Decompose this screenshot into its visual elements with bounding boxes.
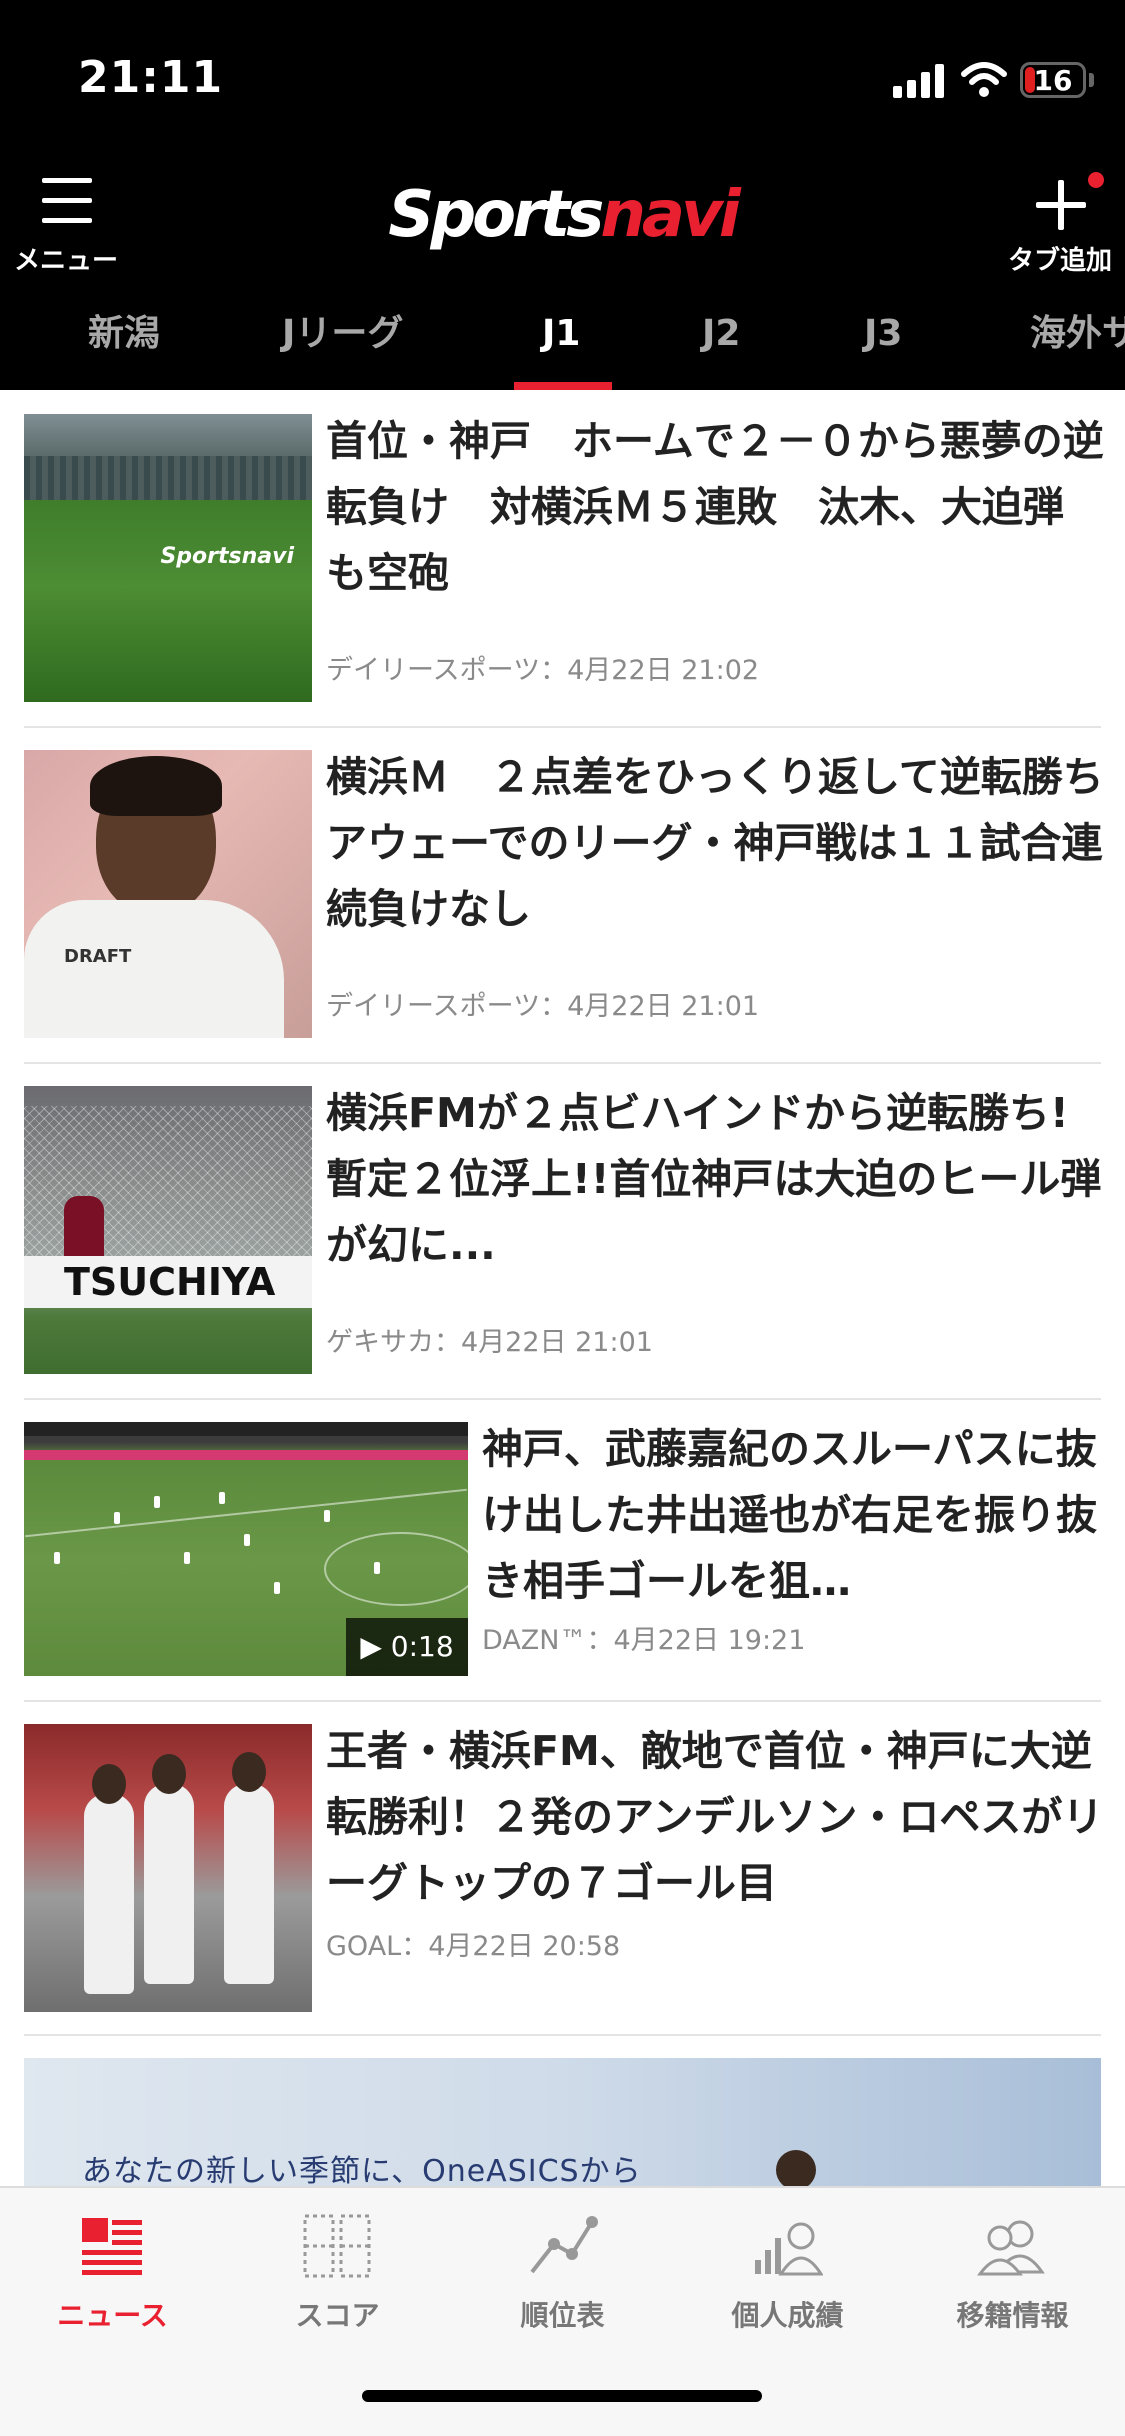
article-title: 首位・神戸 ホームで２－０から悪夢の逆転負け 対横浜Ｍ５連敗 汰木、大迫弾も空砲 [326, 417, 1104, 597]
article-title: 神戸、武藤嘉紀のスルーパスに抜け出した井出遥也が右足を振り抜き相手ゴールを狙… [482, 1425, 1097, 1605]
article-source: DAZN™ [482, 1625, 587, 1656]
divider [24, 1398, 1101, 1400]
status-time: 21:11 [78, 52, 224, 103]
article-source: デイリースポーツ [326, 991, 541, 1022]
article-thumbnail: DRAFT [24, 750, 312, 1038]
thumbnail-watermark: Sportsnavi [160, 544, 294, 569]
article-source: ゲキサカ [326, 1327, 434, 1358]
thumbnail-shirt-text: DRAFT [64, 946, 132, 967]
news-feed[interactable]: Sportsnavi 首位・神戸 ホームで２－０から悪夢の逆転負け 対横浜Ｍ５連… [0, 390, 1125, 2186]
logo-part-navi: navi [600, 178, 740, 252]
article-title: 横浜FMが２点ビハインドから逆転勝ち!暫定２位浮上!!首位神戸は大迫のヒール弾が… [326, 1089, 1102, 1269]
article-date: 4月22日 21:01 [461, 1327, 653, 1358]
sportsnavi-logo[interactable]: Sportsnavi [0, 178, 1125, 252]
transfer-icon [977, 2220, 1045, 2276]
divider [24, 726, 1101, 728]
article-meta: デイリースポーツ：4月22日 21:01 [326, 991, 760, 1022]
ad-figure [776, 2150, 816, 2186]
plus-icon [1036, 180, 1086, 230]
tab-niigata[interactable]: 新潟 [88, 310, 160, 390]
news-item[interactable]: Sportsnavi 首位・神戸 ホームで２－０から悪夢の逆転負け 対横浜Ｍ５連… [0, 414, 1125, 726]
add-tab-button[interactable]: タブ追加 [1000, 172, 1120, 282]
cellular-signal-icon [893, 62, 945, 98]
article-thumbnail [24, 1724, 312, 2012]
ad-text: あなたの新しい季節に、OneASICSから [82, 2154, 642, 2186]
article-date: 4月22日 21:01 [567, 991, 760, 1022]
battery-level: 16 [1033, 64, 1073, 97]
logo-part-sports: Sports [388, 178, 604, 252]
wifi-icon [961, 62, 1007, 97]
tab-j3[interactable]: J3 [864, 310, 902, 390]
nav-news-label: ニュース [57, 2299, 168, 2332]
status-bar: 21:11 16 [0, 0, 1125, 150]
stats-icon [755, 2222, 823, 2276]
tab-overseas[interactable]: 海外サ [1030, 310, 1125, 390]
article-source: GOAL [326, 1931, 402, 1962]
ad-banner[interactable]: あなたの新しい季節に、OneASICSから [24, 2058, 1101, 2186]
article-date: 4月22日 20:58 [428, 1931, 621, 1962]
score-icon [303, 2214, 371, 2278]
tab-j2[interactable]: J2 [702, 310, 740, 390]
news-icon [82, 2218, 142, 2275]
nav-standings-label: 順位表 [520, 2299, 605, 2332]
article-meta: DAZN™：4月22日 19:21 [482, 1625, 806, 1656]
article-title: 王者・横浜FM、敵地で首位・神戸に大逆転勝利！２発のアンデルソン・ロペスがリーグ… [326, 1727, 1104, 1907]
article-meta: ゲキサカ：4月22日 21:01 [326, 1327, 653, 1358]
divider [24, 1062, 1101, 1064]
video-news-item[interactable]: ▶ 0:18 神戸、武藤嘉紀のスルーパスに抜け出した井出遥也が右足を振り抜き相手… [0, 1422, 1125, 1676]
battery-tip [1089, 73, 1094, 87]
news-item[interactable]: 王者・横浜FM、敵地で首位・神戸に大逆転勝利！２発のアンデルソン・ロペスがリーグ… [0, 1724, 1125, 2036]
article-title: 横浜Ｍ ２点差をひっくり返して逆転勝ち アウェーでのリーグ・神戸戦は１１試合連続… [326, 753, 1125, 933]
nav-score-label: スコア [295, 2299, 380, 2332]
divider [24, 1700, 1101, 1702]
nav-standings[interactable]: 順位表 [450, 2188, 675, 2368]
article-thumbnail: TSUCHIYA [24, 1086, 312, 1374]
article-meta: デイリースポーツ：4月22日 21:02 [326, 655, 760, 686]
divider [24, 2034, 1101, 2036]
add-tab-label: タブ追加 [1007, 246, 1112, 276]
category-tabs: 新潟 Jリーグ J1 J2 J3 海外サ [0, 310, 1125, 390]
nav-stats-label: 個人成績 [731, 2299, 844, 2332]
home-indicator[interactable] [362, 2390, 762, 2402]
video-duration-badge: ▶ 0:18 [346, 1618, 468, 1676]
news-item[interactable]: TSUCHIYA 横浜FMが２点ビハインドから逆転勝ち!暫定２位浮上!!首位神戸… [0, 1086, 1125, 1398]
article-date: 4月22日 21:02 [567, 655, 760, 686]
notification-dot [1088, 172, 1104, 188]
standings-icon [530, 2216, 598, 2274]
tab-jleague[interactable]: Jリーグ [282, 310, 403, 390]
article-date: 4月22日 19:21 [613, 1625, 806, 1656]
nav-stats[interactable]: 個人成績 [675, 2188, 900, 2368]
thumbnail-board-text: TSUCHIYA [24, 1256, 312, 1308]
battery-icon: 16 [1020, 62, 1086, 98]
article-source: デイリースポーツ [326, 655, 541, 686]
article-thumbnail: Sportsnavi [24, 414, 312, 702]
nav-transfer[interactable]: 移籍情報 [900, 2188, 1125, 2368]
video-thumbnail: ▶ 0:18 [24, 1422, 468, 1676]
nav-score[interactable]: スコア [225, 2188, 450, 2368]
nav-news[interactable]: ニュース [0, 2188, 225, 2368]
nav-transfer-label: 移籍情報 [956, 2299, 1069, 2332]
news-item[interactable]: DRAFT 横浜Ｍ ２点差をひっくり返して逆転勝ち アウェーでのリーグ・神戸戦は… [0, 750, 1125, 1062]
tab-j1[interactable]: J1 [542, 310, 580, 390]
app-header: メニュー Sportsnavi タブ追加 [0, 150, 1125, 310]
active-tab-indicator [514, 382, 612, 390]
article-meta: GOAL：4月22日 20:58 [326, 1931, 621, 1962]
